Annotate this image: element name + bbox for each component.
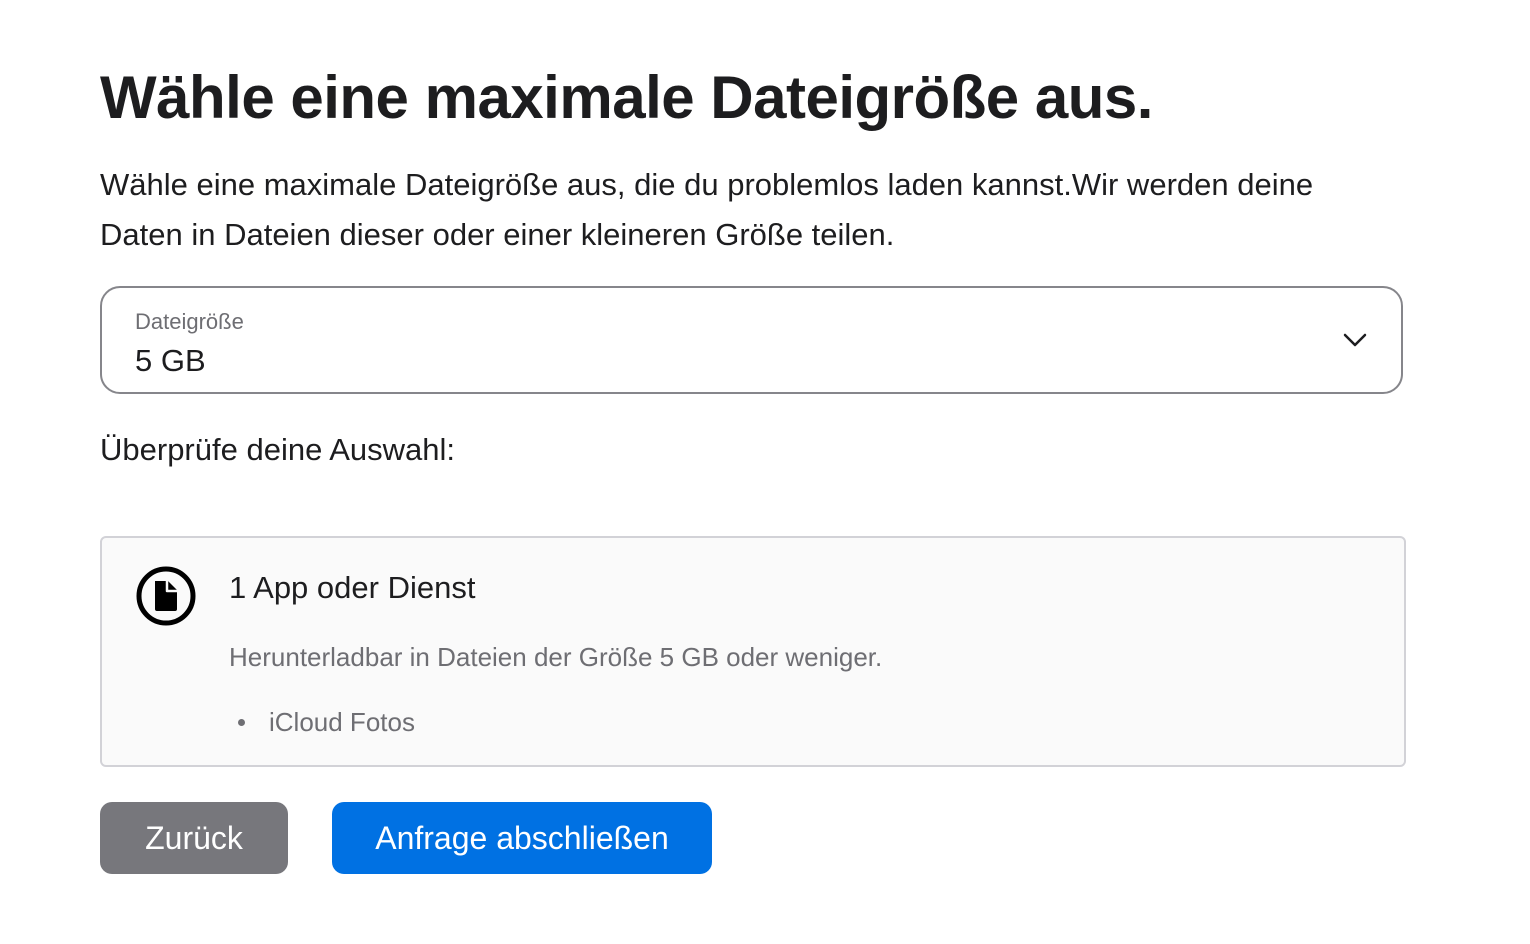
complete-request-button[interactable]: Anfrage abschließen — [332, 802, 712, 874]
file-size-select[interactable]: Dateigröße 5 GB — [100, 286, 1403, 394]
summary-card: 1 App oder Dienst Herunterladbar in Date… — [100, 536, 1406, 767]
page-title: Wähle eine maximale Dateigröße aus. — [100, 64, 1153, 131]
back-button[interactable]: Zurück — [100, 802, 288, 874]
document-icon — [136, 566, 196, 626]
review-heading: Überprüfe deine Auswahl: — [100, 432, 456, 467]
summary-card-title: 1 App oder Dienst — [229, 570, 476, 605]
file-size-select-label: Dateigröße — [135, 309, 244, 334]
list-item: iCloud Fotos — [229, 704, 415, 740]
summary-card-list: iCloud Fotos — [229, 704, 415, 740]
summary-card-description: Herunterladbar in Dateien der Größe 5 GB… — [229, 642, 883, 672]
bullet-icon — [238, 719, 245, 726]
chevron-down-icon — [1343, 333, 1367, 347]
list-item-label: iCloud Fotos — [269, 707, 415, 737]
file-size-select-value: 5 GB — [135, 343, 206, 378]
intro-text: Wähle eine maximale Dateigröße aus, die … — [100, 167, 1314, 252]
